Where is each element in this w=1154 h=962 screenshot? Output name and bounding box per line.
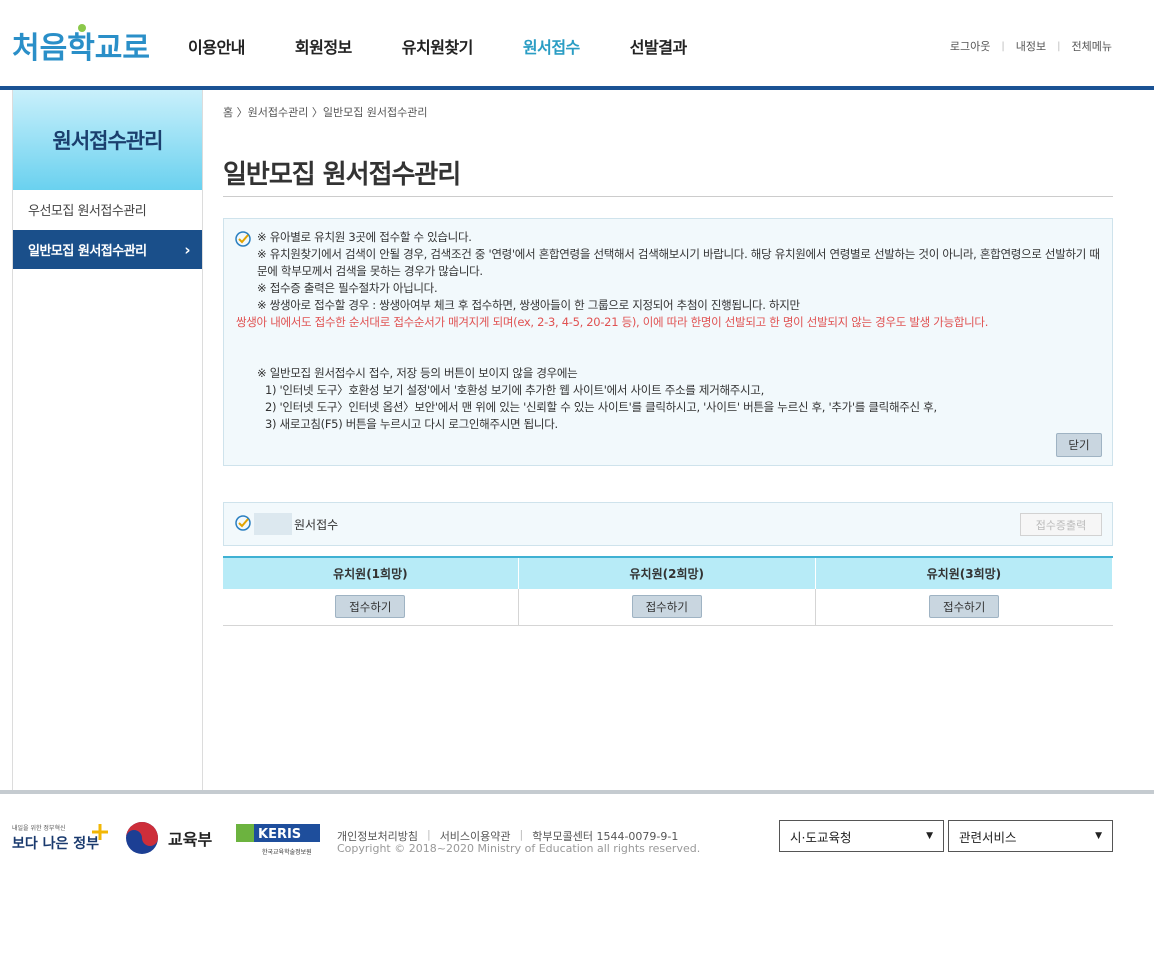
chevron-right-icon: ›: [184, 240, 190, 259]
print-receipt-button[interactable]: 접수증출력: [1020, 513, 1102, 536]
table-header-row: 유치원(1희망) 유치원(2희망) 유치원(3희망): [223, 557, 1114, 589]
table-cell: 접수하기: [223, 589, 519, 626]
notice-line: ※ 접수증 출력은 필수절차가 아닙니다.: [257, 281, 438, 295]
sidebar: 원서접수관리 우선모집 원서접수관리 일반모집 원서접수관리 ›: [12, 90, 203, 790]
table-row: 접수하기 접수하기 접수하기: [223, 589, 1113, 626]
apply-table: 유치원(1희망) 유치원(2희망) 유치원(3희망) 접수하기 접수하기 접수하…: [223, 556, 1114, 626]
gov-logo-text: 보다 나은 정부: [12, 835, 99, 852]
column-header: 유치원(2희망): [517, 557, 816, 589]
apply-button-2[interactable]: 접수하기: [631, 595, 702, 619]
divider: |: [1057, 40, 1061, 52]
apply-header-box: 원서접수 접수증출력: [223, 502, 1113, 546]
child-name-blurred: [254, 513, 292, 535]
keris-subtext: 한국교육학술정보원: [262, 848, 312, 856]
gov-logo: 내일을 위한 정부혁신 보다 나은 정부: [12, 820, 112, 860]
notice-line: 2) '인터넷 도구〉인터넷 옵션〉보안'에서 맨 위에 있는 '신뢰할 수 있…: [265, 400, 937, 414]
notice-line: ※ 쌍생아로 접수할 경우 : 쌍생아여부 체크 후 접수하면, 쌍생아들이 한…: [257, 298, 800, 312]
notice-line: 1) '인터넷 도구〉호환성 보기 설정'에서 '호환성 보기에 추가한 웹 사…: [265, 383, 764, 397]
close-button[interactable]: 닫기: [1056, 433, 1102, 457]
edu-office-select[interactable]: 시·도교육청 ▼: [779, 820, 944, 852]
table-cell: 접수하기: [814, 589, 1113, 626]
chevron-down-icon: ▼: [926, 831, 933, 841]
taegeuk-icon: [126, 822, 158, 854]
nav-item-apply[interactable]: 원서접수: [523, 34, 580, 58]
column-header: 유치원(1희망): [223, 557, 519, 589]
global-nav: 이용안내 회원정보 유치원찾기 원서접수 선발결과: [188, 34, 737, 58]
notice-line: ※ 유치원찾기에서 검색이 안될 경우, 검색조건 중 '연령'에서 혼합연령을…: [257, 247, 1100, 278]
moe-text: 교육부: [168, 830, 213, 849]
logo-text: 처음학교로: [12, 31, 150, 66]
notice-line: ※ 일반모집 원서접수시 접수, 저장 등의 버튼이 보이지 않을 경우에는: [257, 366, 578, 380]
gov-logo-small-text: 내일을 위한 정부혁신: [12, 824, 66, 832]
moe-logo: 교육부: [124, 818, 224, 858]
nav-item-member[interactable]: 회원정보: [295, 34, 352, 58]
utility-menu: 로그아웃 | 내정보 | 전체메뉴: [950, 38, 1112, 54]
apply-label: 원서접수: [294, 518, 339, 532]
keris-logo: KERIS 한국교육학술정보원: [236, 820, 326, 860]
sidebar-item-label: 일반모집 원서접수관리: [28, 244, 147, 259]
copyright: Copyright © 2018~2020 Ministry of Educat…: [337, 842, 701, 855]
page-title: 일반모집 원서접수관리: [223, 160, 461, 190]
site-logo[interactable]: 처음학교로: [12, 14, 152, 74]
nav-item-find[interactable]: 유치원찾기: [402, 34, 474, 58]
notice-text: ※ 유아별로 유치원 3곳에 접수할 수 있습니다. ※ 유치원찾기에서 검색이…: [236, 229, 1102, 433]
sidebar-item-priority[interactable]: 우선모집 원서접수관리: [13, 190, 202, 230]
notice-box: ※ 유아별로 유치원 3곳에 접수할 수 있습니다. ※ 유치원찾기에서 검색이…: [223, 218, 1113, 466]
all-menu-link[interactable]: 전체메뉴: [1072, 38, 1112, 54]
select-value: 시·도교육청: [790, 829, 852, 845]
check-circle-icon: [235, 515, 251, 531]
apply-button-3[interactable]: 접수하기: [929, 595, 1000, 619]
sidebar-title: 원서접수관리: [13, 90, 202, 190]
title-divider: [223, 196, 1113, 197]
notice-line: 3) 새로고침(F5) 버튼을 누르시고 다시 로그인해주시면 됩니다.: [265, 417, 558, 431]
footer: 내일을 위한 정부혁신 보다 나은 정부 교육부 KERIS 한국교육학술정보원…: [0, 794, 1154, 962]
breadcrumb: 홈 〉원서접수관리 〉일반모집 원서접수관리: [223, 106, 428, 119]
sidebar-item-general[interactable]: 일반모집 원서접수관리 ›: [13, 230, 202, 270]
check-circle-icon: [235, 231, 251, 247]
nav-item-guide[interactable]: 이용안내: [188, 34, 245, 58]
apply-button-1[interactable]: 접수하기: [335, 595, 406, 619]
select-value: 관련서비스: [959, 829, 1017, 845]
table-cell: 접수하기: [517, 589, 816, 626]
logout-link[interactable]: 로그아웃: [950, 38, 990, 54]
sidebar-item-label: 우선모집 원서접수관리: [28, 204, 147, 219]
header: 처음학교로 이용안내 회원정보 유치원찾기 원서접수 선발결과 로그아웃 | 내…: [0, 0, 1154, 86]
notice-line: ※ 유아별로 유치원 3곳에 접수할 수 있습니다.: [257, 230, 472, 244]
my-info-link[interactable]: 내정보: [1016, 38, 1046, 54]
divider: |: [1001, 40, 1005, 52]
notice-warning: 쌍생아 내에서도 접수한 순서대로 접수순서가 매겨지게 되며(ex, 2-3,…: [236, 315, 989, 329]
related-service-select[interactable]: 관련서비스 ▼: [948, 820, 1113, 852]
keris-text: KERIS: [258, 827, 301, 842]
chevron-down-icon: ▼: [1095, 831, 1102, 841]
nav-item-result[interactable]: 선발결과: [630, 34, 687, 58]
column-header: 유치원(3희망): [814, 557, 1114, 589]
